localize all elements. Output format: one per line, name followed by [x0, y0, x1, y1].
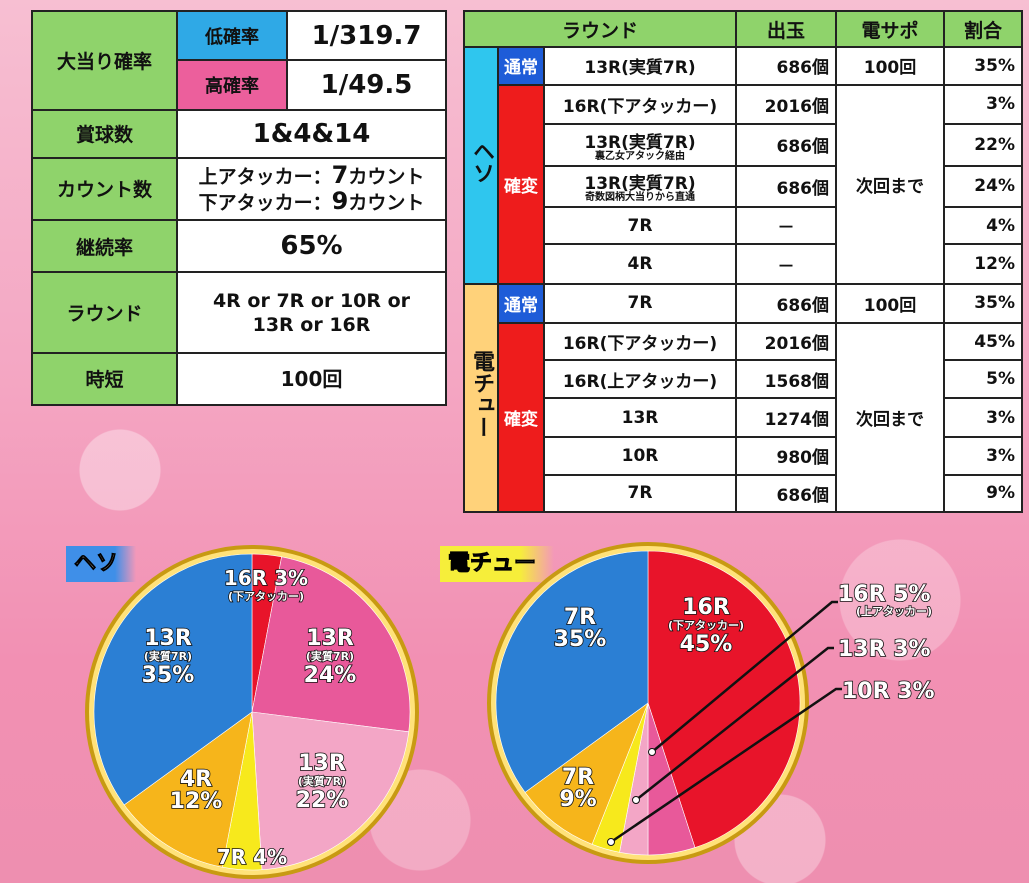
den-pie-outside-label: 10R 3% — [842, 679, 935, 704]
heso-pie-slice-label: 13R — [144, 626, 192, 651]
heso-pie-slice-label: 16R 3% — [224, 566, 308, 590]
den-pie-slice-sublabel: (下アタッカー) — [668, 619, 744, 632]
den-pie-outside-label: 13R 3% — [838, 637, 931, 662]
heso-pie-slice-pct: 35% — [142, 663, 195, 688]
heso-pie-slice-sublabel: (実質7R) — [298, 774, 346, 788]
pie-charts: 16R 3%(下アタッカー)13R(実質7R)24%13R(実質7R)22%7R… — [85, 542, 935, 879]
heso-pie-slice-pct: 24% — [304, 663, 357, 688]
den-pie-slice-label: 16R — [682, 595, 730, 620]
heso-pie-slice-label: 13R — [298, 751, 346, 776]
heso-pie-slice-pct: 12% — [170, 789, 223, 814]
heso-pie-slice-sublabel: (下アタッカー) — [228, 590, 304, 603]
den-pie-outside-label: 16R 5% — [838, 582, 931, 607]
den-pie-slice-pct: 35% — [554, 627, 607, 652]
den-pie-leader-dot — [648, 748, 656, 756]
heso-pie-slice-label: 13R — [306, 626, 354, 651]
heso-pie-slice-sublabel: (実質7R) — [144, 649, 192, 663]
heso-pie-slice-label: 7R 4% — [217, 845, 287, 869]
den-pie-leader-dot — [607, 838, 615, 846]
den-pie-slice-pct: 45% — [680, 632, 733, 657]
den-pie-slice-pct: 9% — [559, 787, 596, 812]
heso-pie-slice-pct: 22% — [296, 788, 349, 813]
heso-pie-slice-sublabel: (実質7R) — [306, 649, 354, 663]
den-pie-outside-sublabel: (上アタッカー) — [856, 604, 932, 618]
den-pie-leader-dot — [632, 796, 640, 804]
